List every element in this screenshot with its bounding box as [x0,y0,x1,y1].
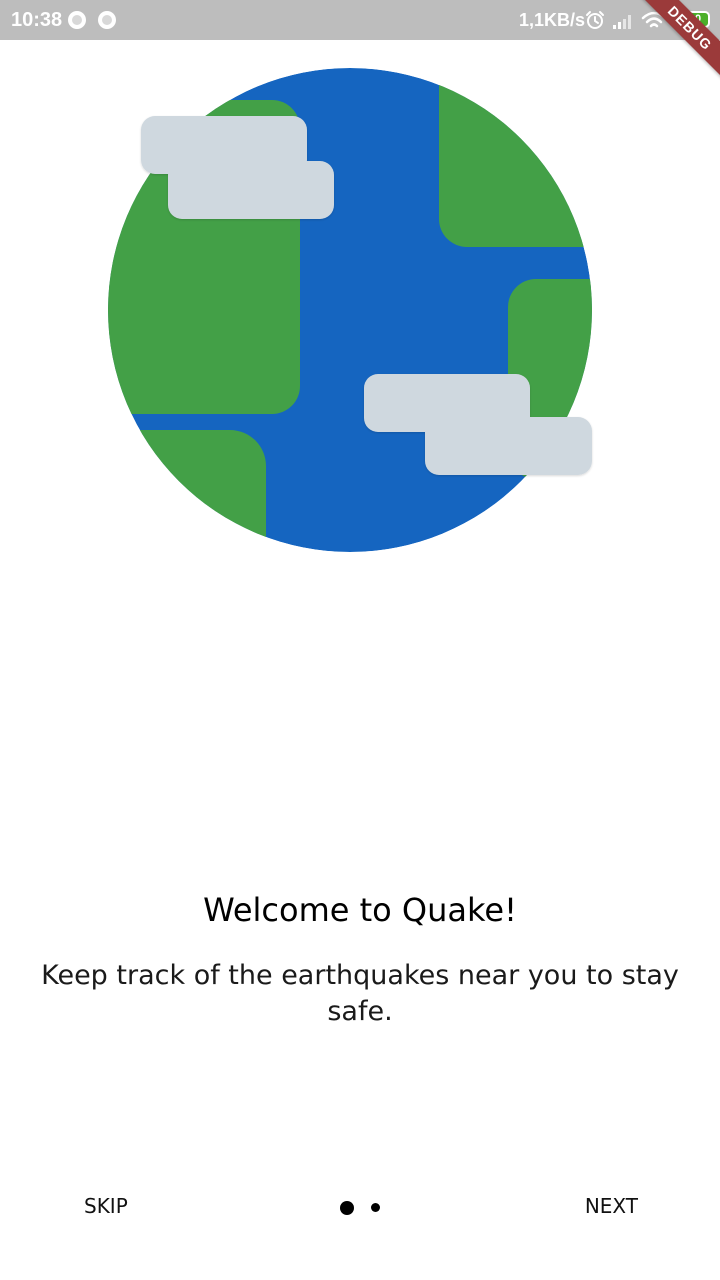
status-bar: 10:38 1,1KB/s 100 [0,0,720,40]
onboarding-title: Welcome to Quake! [203,891,517,929]
onboarding-description: Keep track of the earthquakes near you t… [41,960,679,1027]
continent-bottom-left [108,430,266,552]
page-dot-inactive[interactable] [371,1203,381,1212]
cloud [141,116,307,174]
cloud [364,374,530,432]
record-icon [98,11,116,29]
next-button[interactable]: NEXT [585,1188,638,1224]
network-speed: 1,1KB/s [519,10,586,30]
status-time: 10:38 [11,9,63,31]
signal-icon [613,15,631,29]
page-dot-active[interactable] [339,1200,354,1215]
alarm-icon [586,11,604,29]
continent-top-right [439,68,592,247]
record-icon [68,11,86,29]
earth-globe-illustration [108,68,592,552]
onboarding-screen: 10:38 1,1KB/s 100 DEBUG [0,0,720,1280]
